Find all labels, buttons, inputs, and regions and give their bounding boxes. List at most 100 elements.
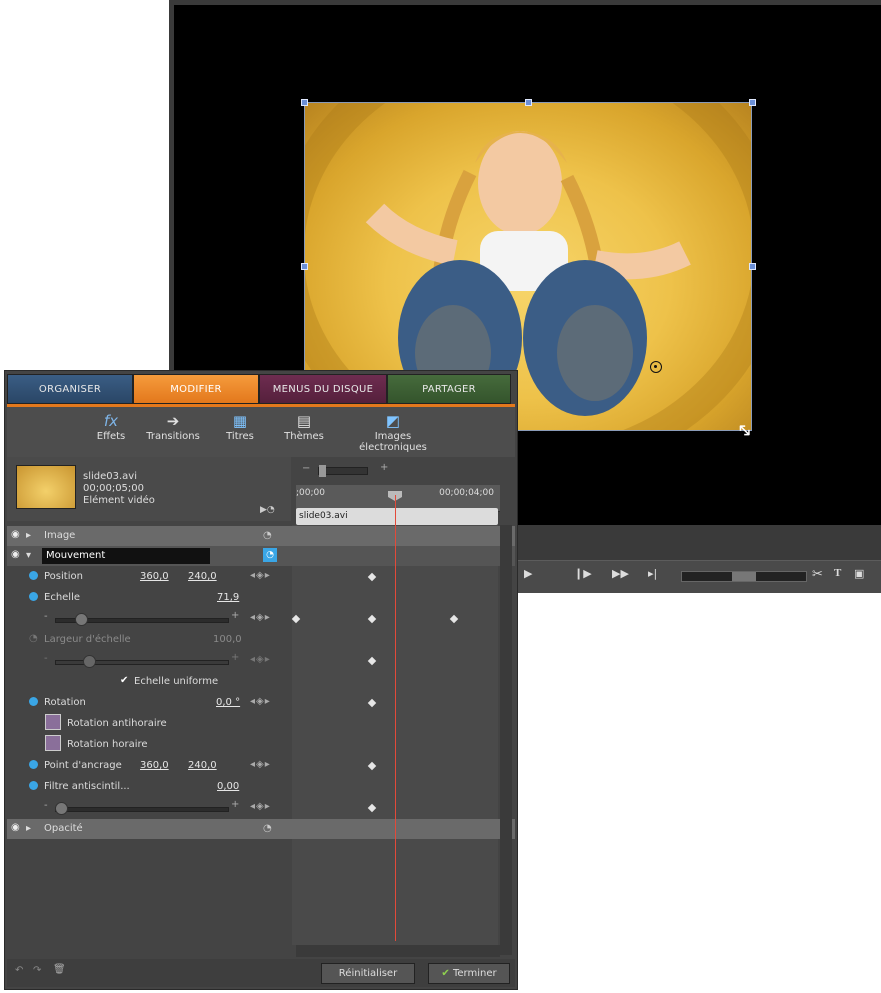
filtre-slider[interactable] — [55, 807, 229, 812]
keyframe-nav-icon[interactable]: ◂◈▸ — [250, 696, 271, 707]
rotation-stopwatch-icon[interactable] — [29, 697, 38, 706]
workspace-tabs: ORGANISER MODIFIER MENUS DU DISQUE PARTA… — [7, 374, 515, 404]
effets-label: Effets — [96, 431, 126, 442]
resize-handle-mr[interactable] — [749, 263, 756, 270]
clip-name: slide03.avi — [83, 471, 137, 482]
tab-organiser[interactable]: ORGANISER — [7, 374, 133, 404]
echelle-uniforme-label[interactable]: Echelle uniforme — [134, 676, 218, 687]
keyframe-nav-icon[interactable]: ◂◈▸ — [250, 759, 271, 770]
title-text-icon[interactable]: T — [834, 567, 841, 579]
resize-handle-tl[interactable] — [301, 99, 308, 106]
trash-icon[interactable]: 🗑 — [53, 964, 66, 975]
resize-handle-ml[interactable] — [301, 263, 308, 270]
clip-thumbnail — [16, 465, 76, 509]
expand-arrow-icon[interactable]: ▸ — [26, 530, 31, 541]
eye-icon[interactable]: ◉ — [11, 529, 20, 540]
undo-icon[interactable]: ↶ — [15, 965, 23, 976]
checkbox-checked-icon[interactable]: ✔ — [120, 675, 128, 686]
echelle-slider-knob[interactable] — [75, 613, 88, 626]
panel-footer: ↶ ↷ 🗑 Réinitialiser ✔ Terminer — [7, 959, 515, 987]
plus-icon: + — [231, 652, 240, 663]
eye-icon[interactable]: ◉ — [11, 822, 20, 833]
position-y-value[interactable]: 240,0 — [188, 571, 217, 582]
camera-icon[interactable]: ▣ — [854, 567, 864, 580]
themes-button[interactable]: ▤ Thèmes — [284, 411, 324, 442]
keyframe-nav-icon[interactable]: ◂◈▸ — [250, 612, 271, 623]
vertical-scrollbar[interactable] — [500, 525, 512, 955]
rotation-horaire-label: Rotation horaire — [67, 739, 148, 750]
expand-arrow-icon[interactable]: ▸ — [26, 823, 31, 834]
rotate-ccw-icon — [45, 714, 61, 730]
keyframe-nav-icon[interactable]: ◂◈▸ — [250, 801, 271, 812]
timeline-clip[interactable]: slide03.avi — [296, 508, 498, 525]
play-clip-icon[interactable]: ▶◔ — [260, 505, 275, 515]
filtre-row: Filtre antiscintil... 0,00 — [7, 777, 291, 797]
echelle-stopwatch-icon[interactable] — [29, 592, 38, 601]
opacite-section-header[interactable]: ◉ ▸ Opacité ◔ — [7, 819, 515, 839]
playhead-line[interactable] — [395, 495, 396, 941]
clip-duration: 00;00;05;00 — [83, 483, 145, 494]
reset-button[interactable]: Réinitialiser — [321, 963, 415, 984]
filtre-stopwatch-icon[interactable] — [29, 781, 38, 790]
fast-forward-icon[interactable]: ▶▶ — [612, 567, 629, 580]
image-section-header[interactable]: ◉ ▸ Image ◔ — [7, 526, 515, 546]
done-button[interactable]: ✔ Terminer — [428, 963, 510, 984]
filtre-label: Filtre antiscintil... — [44, 781, 130, 792]
images-electroniques-button[interactable]: ◩ Images électroniques — [341, 411, 445, 453]
rotation-anti-row[interactable]: Rotation antihoraire — [7, 714, 291, 734]
tab-partager[interactable]: PARTAGER — [387, 374, 511, 404]
echelle-value[interactable]: 71,9 — [217, 592, 239, 603]
ancrage-x-value[interactable]: 360,0 — [140, 760, 169, 771]
done-label: Terminer — [452, 968, 497, 979]
position-stopwatch-icon[interactable] — [29, 571, 38, 580]
largeur-label: Largeur d'échelle — [44, 634, 131, 645]
eye-icon[interactable]: ◉ — [11, 549, 20, 560]
play-icon[interactable]: ▶ — [524, 567, 532, 580]
zoom-knob[interactable] — [319, 465, 326, 477]
shuttle-slider[interactable] — [681, 571, 807, 582]
resize-handle-tr[interactable] — [749, 99, 756, 106]
stopwatch-icon: ◔ — [263, 530, 272, 541]
opacite-label: Opacité — [44, 823, 83, 834]
ruler-start: ;00;00 — [296, 488, 325, 498]
step-forward-icon[interactable]: ❙▶ — [574, 567, 592, 580]
goto-end-icon[interactable]: ▸| — [648, 567, 657, 580]
transitions-arrow-icon: ➔ — [166, 412, 180, 430]
redo-icon[interactable]: ↷ — [33, 965, 41, 976]
clip-type: Elément vidéo — [83, 495, 155, 506]
image-label: Image — [44, 530, 76, 541]
horizontal-scrollbar[interactable] — [296, 945, 500, 957]
tab-modifier[interactable]: MODIFIER — [133, 374, 259, 404]
transitions-button[interactable]: ➔ Transitions — [145, 411, 201, 442]
zoom-slider[interactable] — [318, 465, 368, 477]
keyframe-nav-icon[interactable]: ◂◈▸ — [250, 570, 271, 581]
largeur-slider-knob — [83, 655, 96, 668]
rotation-horaire-row[interactable]: Rotation horaire — [7, 735, 291, 755]
filtre-value[interactable]: 0,00 — [217, 781, 239, 792]
ancrage-stopwatch-icon[interactable] — [29, 760, 38, 769]
task-panel: ORGANISER MODIFIER MENUS DU DISQUE PARTA… — [4, 370, 518, 990]
themes-label: Thèmes — [284, 431, 324, 442]
position-x-value[interactable]: 360,0 — [140, 571, 169, 582]
scissors-icon[interactable]: ✂ — [812, 567, 823, 582]
zoom-in-icon[interactable]: + — [380, 462, 388, 473]
titres-button[interactable]: ▦ Titres — [222, 411, 258, 442]
rotation-label: Rotation — [44, 697, 86, 708]
filtre-slider-knob[interactable] — [55, 802, 68, 815]
minus-icon: - — [44, 800, 48, 811]
shuttle-knob[interactable] — [732, 572, 756, 581]
rotation-value[interactable]: 0,0 ° — [216, 697, 240, 708]
timeline-zoom: − + — [296, 457, 516, 485]
position-row: Position 360,0 240,0 ◂◈▸ — [7, 567, 291, 587]
collapse-arrow-icon[interactable]: ▾ — [26, 550, 31, 561]
mouvement-section-header[interactable]: ◉ ▾ Mouvement ◔ — [7, 546, 515, 566]
anchor-crosshair-icon[interactable] — [650, 361, 662, 373]
tab-menus-du-disque[interactable]: MENUS DU DISQUE — [259, 374, 387, 404]
effets-button[interactable]: fx Effets — [91, 411, 131, 442]
largeur-stopwatch-icon: ◔ — [29, 633, 38, 644]
resize-handle-tc[interactable] — [525, 99, 532, 106]
zoom-out-icon[interactable]: − — [302, 463, 310, 474]
rotation-anti-label: Rotation antihoraire — [67, 718, 167, 729]
ancrage-y-value[interactable]: 240,0 — [188, 760, 217, 771]
stopwatch-active-icon[interactable]: ◔ — [263, 548, 277, 562]
